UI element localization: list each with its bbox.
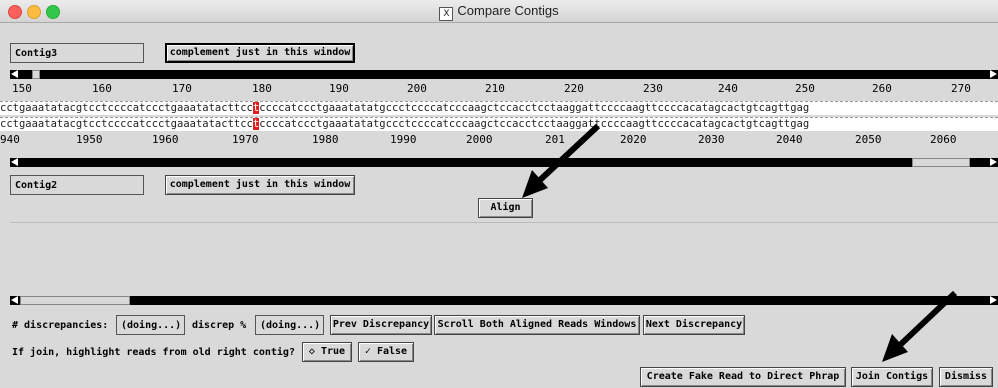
discrepancies-label: # discrepancies:	[12, 320, 109, 331]
prev-discrepancy-button[interactable]: Prev Discrepancy	[330, 315, 432, 335]
false-radio[interactable]: ✓ False	[358, 342, 414, 362]
join-contigs-button[interactable]: Join Contigs	[851, 367, 933, 387]
scroll-both-button[interactable]: Scroll Both Aligned Reads Windows	[434, 315, 640, 335]
reads-panel	[10, 222, 998, 297]
true-radio-label: True	[320, 346, 346, 357]
radio-check-icon: ✓	[364, 346, 371, 357]
annotation-arrow-align	[537, 123, 601, 183]
reads-horizontal-scrollbar[interactable]	[10, 296, 998, 305]
discrep-pct-value: (doing...)	[255, 315, 324, 335]
scroll-left-arrow-icon[interactable]	[11, 296, 18, 304]
discrep-pct-label: discrep %	[192, 320, 247, 331]
dismiss-button[interactable]: Dismiss	[939, 367, 993, 387]
next-discrepancy-button[interactable]: Next Discrepancy	[643, 315, 745, 335]
discrepancies-value: (doing...)	[116, 315, 185, 335]
scroll-right-arrow-icon[interactable]	[990, 296, 997, 304]
false-radio-label: False	[376, 346, 408, 357]
join-question-label: If join, highlight reads from old right …	[12, 347, 295, 358]
create-fake-read-button[interactable]: Create Fake Read to Direct Phrap	[640, 367, 846, 387]
scroll-thumb[interactable]	[20, 296, 130, 305]
radio-diamond-icon: ◇	[308, 346, 315, 357]
true-radio[interactable]: ◇ True	[302, 342, 352, 362]
